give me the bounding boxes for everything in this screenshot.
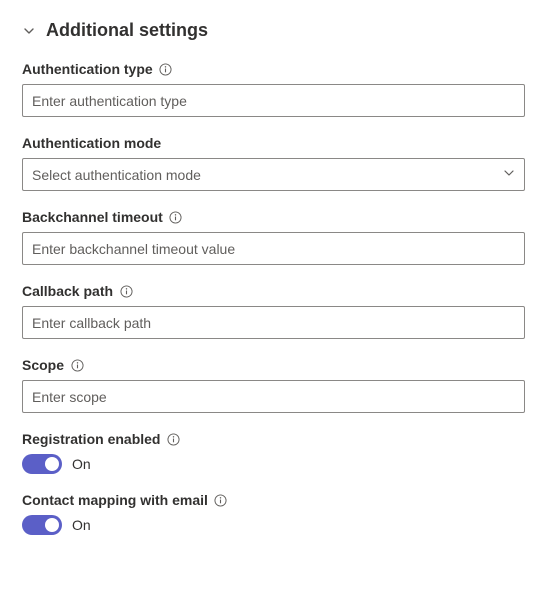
field-label-row: Callback path [22,283,525,299]
toggle-thumb [45,518,59,532]
toggle-row: On [22,454,525,474]
scope-label: Scope [22,357,64,373]
registration-enabled-state: On [72,456,91,472]
chevron-down-icon [22,24,36,38]
info-icon[interactable] [119,284,133,298]
section-title: Additional settings [46,20,208,41]
contact-mapping-toggle[interactable] [22,515,62,535]
field-authentication-mode: Authentication mode Select authenticatio… [22,135,525,191]
field-label-row: Authentication mode [22,135,525,151]
field-label-row: Backchannel timeout [22,209,525,225]
registration-enabled-toggle[interactable] [22,454,62,474]
field-authentication-type: Authentication type [22,61,525,117]
contact-mapping-state: On [72,517,91,533]
field-label-row: Authentication type [22,61,525,77]
registration-enabled-label: Registration enabled [22,431,160,447]
toggle-row: On [22,515,525,535]
field-label-row: Registration enabled [22,431,525,447]
field-label-row: Scope [22,357,525,373]
info-icon[interactable] [159,62,173,76]
callback-path-input[interactable] [22,306,525,339]
scope-input[interactable] [22,380,525,413]
field-contact-mapping: Contact mapping with email On [22,492,525,535]
section-header[interactable]: Additional settings [22,20,525,41]
info-icon[interactable] [166,432,180,446]
authentication-mode-label: Authentication mode [22,135,161,151]
field-callback-path: Callback path [22,283,525,339]
info-icon[interactable] [169,210,183,224]
info-icon[interactable] [214,493,228,507]
authentication-type-label: Authentication type [22,61,153,77]
backchannel-timeout-label: Backchannel timeout [22,209,163,225]
callback-path-label: Callback path [22,283,113,299]
info-icon[interactable] [70,358,84,372]
authentication-mode-select[interactable]: Select authentication mode [22,158,525,191]
field-label-row: Contact mapping with email [22,492,525,508]
backchannel-timeout-input[interactable] [22,232,525,265]
field-registration-enabled: Registration enabled On [22,431,525,474]
authentication-type-input[interactable] [22,84,525,117]
toggle-thumb [45,457,59,471]
field-scope: Scope [22,357,525,413]
authentication-mode-value: Select authentication mode [22,158,525,191]
field-backchannel-timeout: Backchannel timeout [22,209,525,265]
contact-mapping-label: Contact mapping with email [22,492,208,508]
